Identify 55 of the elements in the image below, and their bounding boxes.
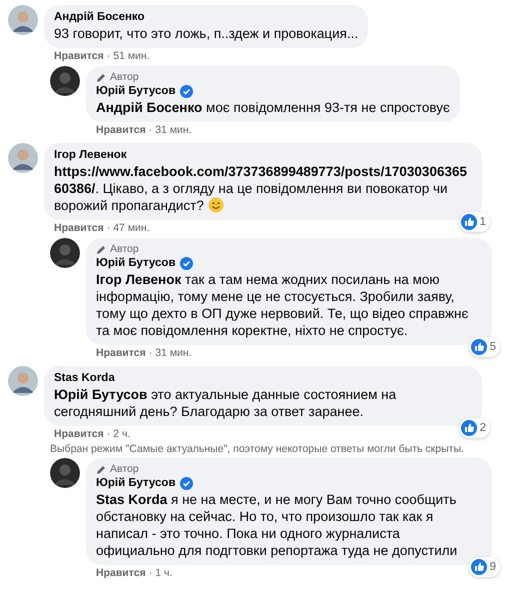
like-link[interactable]: Нравится bbox=[96, 347, 146, 360]
like-link[interactable]: Нравится bbox=[54, 50, 104, 63]
author-name[interactable]: Юрій Бутусов bbox=[96, 476, 176, 491]
reaction-count[interactable]: 2 bbox=[458, 418, 490, 438]
avatar bbox=[8, 143, 38, 173]
pencil-icon bbox=[96, 72, 106, 82]
comment-text: 93 говорит, что это ложь, п..здеж и провокация... bbox=[54, 25, 358, 42]
author-label: Автор bbox=[110, 243, 139, 256]
comment-text: Андрій Босенко моє повідомлення 93-тя не спростовує bbox=[96, 99, 450, 116]
comment-time[interactable]: 31 мин. bbox=[155, 124, 192, 137]
verified-icon bbox=[180, 477, 193, 490]
thumbs-up-icon bbox=[470, 339, 487, 355]
comment-time[interactable]: 51 мин. bbox=[113, 50, 150, 63]
comment-text: Stas Korda я не на месте, и не могу Вам точно сообщить обстановку на сейчас. Но то, что произошло так как я написал - это точно. Пока ни одного журналиста официально для подгтовки репортажа туда не допустили bbox=[96, 491, 458, 559]
separator-dot: · bbox=[106, 428, 110, 441]
like-link[interactable]: Нравится bbox=[54, 222, 104, 235]
avatar bbox=[8, 5, 38, 35]
reaction-count[interactable]: 9 bbox=[468, 557, 500, 577]
author-label: Автор bbox=[110, 71, 139, 84]
author-name[interactable]: Юрій Бутусов bbox=[96, 256, 176, 271]
reaction-count[interactable]: 5 bbox=[468, 337, 500, 357]
author-name[interactable]: Stas Korda bbox=[54, 371, 115, 386]
like-link[interactable]: Нравится bbox=[96, 124, 146, 137]
avatar bbox=[50, 238, 80, 268]
comment-text: Юрій Бутусов это актуальные данные состоянием на сегодняшний день? Благодарю за ответ заранее. bbox=[54, 386, 398, 420]
author-name[interactable]: Андрій Босенко bbox=[54, 10, 145, 25]
comment-time[interactable]: 47 мин. bbox=[113, 222, 150, 235]
comment-text: Ігор Левенок так а там нема жодних посилань на мою інформацію, тому мене це не стосується. Зробили заяву, тому що дехто в ОП дуже нервовий. Те, що відео справжнє та моє повідомлення коректне, ніхто не спростує. bbox=[96, 271, 470, 339]
author-name[interactable]: Ігор Левенок bbox=[54, 148, 127, 163]
comment-time[interactable]: 2 ч. bbox=[113, 428, 130, 441]
comment-time[interactable]: 1 ч. bbox=[155, 567, 172, 580]
reaction-count[interactable]: 1 bbox=[458, 212, 490, 232]
separator-dot: · bbox=[106, 50, 110, 63]
verified-icon bbox=[180, 85, 193, 98]
author-label: Автор bbox=[110, 463, 139, 476]
thumbs-up-icon bbox=[470, 559, 487, 575]
pencil-icon bbox=[96, 244, 106, 254]
like-link[interactable]: Нравится bbox=[96, 567, 146, 580]
pencil-icon bbox=[96, 464, 106, 474]
separator-dot: · bbox=[148, 567, 152, 580]
avatar bbox=[50, 458, 80, 488]
comment-text: https://www.facebook.com/373736899489773/posts/1703030636560386/. Цікаво, а з огляду на це повідомлення ви повокатор чи ворожий пропагандист? bbox=[54, 163, 468, 214]
avatar bbox=[8, 366, 38, 396]
comment-time[interactable]: 31 мин. bbox=[155, 347, 192, 360]
separator-dot: · bbox=[148, 347, 152, 360]
thumbs-up-icon bbox=[460, 214, 477, 230]
author-name[interactable]: Юрій Бутусов bbox=[96, 84, 176, 99]
like-link[interactable]: Нравится bbox=[54, 428, 104, 441]
separator-dot: · bbox=[148, 124, 152, 137]
avatar bbox=[50, 66, 80, 96]
separator-dot: · bbox=[106, 222, 110, 235]
smiley-icon bbox=[208, 197, 224, 213]
filter-notice: Выбран режим "Самые актуальные", поэтому некоторые ответы могли быть скрыты. bbox=[50, 443, 465, 455]
thumbs-up-icon bbox=[460, 420, 477, 436]
verified-icon bbox=[180, 257, 193, 270]
